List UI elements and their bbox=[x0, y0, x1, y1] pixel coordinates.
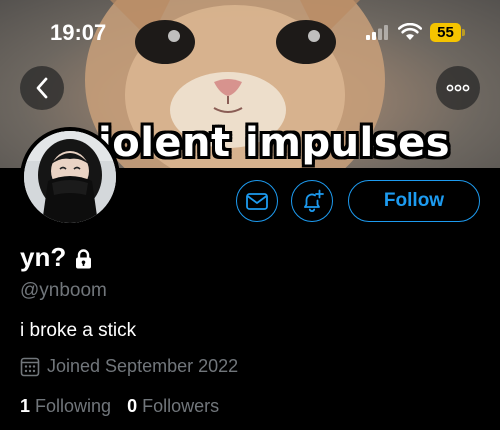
follow-button[interactable]: Follow bbox=[348, 180, 480, 222]
envelope-icon bbox=[246, 192, 268, 210]
chevron-left-icon bbox=[36, 77, 48, 99]
battery-nub bbox=[462, 29, 465, 36]
lock-icon bbox=[76, 248, 92, 268]
notify-button[interactable] bbox=[291, 180, 333, 222]
message-button[interactable] bbox=[236, 180, 278, 222]
bio: i broke a stick bbox=[20, 320, 137, 341]
followers-count: 0 bbox=[127, 396, 138, 416]
wifi-icon bbox=[398, 23, 422, 40]
joined-row: Joined September 2022 bbox=[20, 356, 238, 377]
status-time: 19:07 bbox=[50, 20, 107, 45]
display-name: yn? bbox=[20, 242, 67, 272]
banner-caption: iolent impulses bbox=[98, 120, 451, 166]
follow-stats: 1 Following 0 Followers bbox=[20, 396, 219, 417]
avatar-photo bbox=[24, 131, 116, 223]
joined-date: Joined September 2022 bbox=[47, 356, 239, 376]
followers-label: Followers bbox=[142, 396, 220, 416]
more-horizontal-icon bbox=[446, 84, 470, 92]
bell-plus-icon bbox=[304, 189, 324, 212]
avatar[interactable] bbox=[20, 127, 120, 227]
followers-link[interactable]: 0 Followers bbox=[127, 396, 219, 417]
back-button[interactable] bbox=[20, 66, 64, 110]
display-name-row: yn? bbox=[20, 242, 92, 273]
battery-icon: 55 bbox=[430, 23, 461, 42]
calendar-icon bbox=[20, 357, 40, 376]
following-label: Following bbox=[35, 396, 112, 416]
following-count: 1 bbox=[20, 396, 31, 416]
signal-icon bbox=[366, 25, 388, 40]
more-options-button[interactable] bbox=[436, 66, 480, 110]
user-handle: @ynboom bbox=[20, 280, 107, 301]
status-bar: 19:07 55 bbox=[0, 0, 500, 60]
following-link[interactable]: 1 Following bbox=[20, 396, 111, 417]
